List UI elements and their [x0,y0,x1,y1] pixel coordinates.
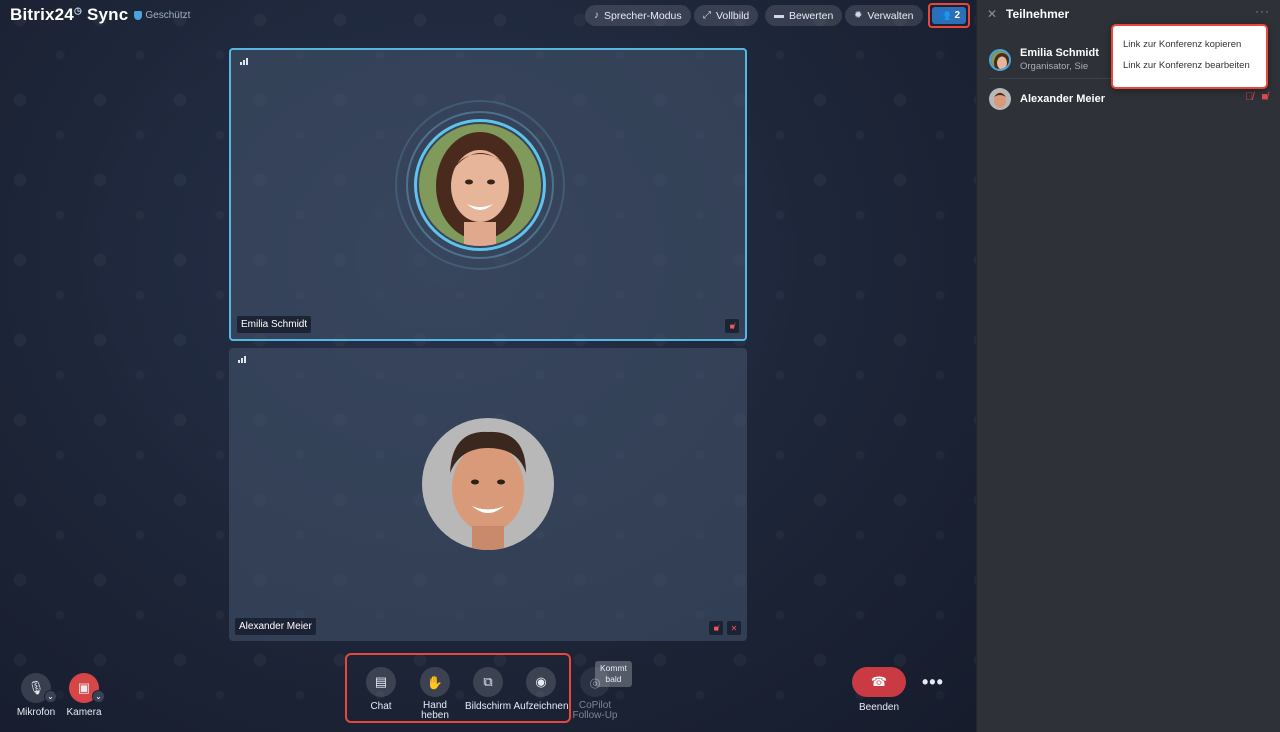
video-stage: Bitrix24◷ Sync Geschützt ♪ Sprecher-Modu… [0,0,976,732]
screen-share-icon: ⧉ [473,667,503,697]
participant-role: Organisator, Sie [1020,61,1089,72]
participants-button[interactable]: 👥 2 [928,3,970,28]
participant-state-icons: 🎙̸ ■̸ [1245,91,1268,103]
app-logo: Bitrix24◷ Sync Geschützt [10,5,190,25]
hang-up-icon: ☎ [870,674,888,689]
menu-item-copy-link[interactable]: Link zur Konferenz kopieren [1113,34,1266,55]
participants-button-inner: 👥 2 [932,7,966,24]
comment-icon: ▬ [774,10,784,21]
participant-row-emilia[interactable]: Emilia Schmidt Organisator, Sie [989,47,1099,72]
microphone-options-chevron-icon[interactable]: ⌄ [44,690,57,703]
brand-suffix: Sync [86,5,129,24]
signal-icon [238,356,246,363]
tile-name-tag: Alexander Meier [235,618,316,635]
more-options-icon[interactable]: ••• [922,672,944,693]
manage-label: Verwalten [867,9,914,22]
camera-label: Kamera [66,707,102,718]
brand-name: Bitrix24 [10,5,74,24]
participant-name: Alexander Meier [1020,93,1105,105]
camera-off-icon: ■̸ [725,319,739,333]
speaker-mode-button[interactable]: ♪ Sprecher-Modus [585,5,691,26]
speaker-mode-label: Sprecher-Modus [604,9,682,22]
gear-icon: ✹ [854,10,863,21]
end-call-label: Beenden [858,702,900,713]
participants-sidebar: ✕ Teilnehmer ··· Emilia Schmidt Organisa… [976,0,1280,732]
chat-button[interactable]: ▤ Chat [355,667,407,712]
chat-label: Chat [370,701,392,712]
camera-off-icon[interactable]: ■̸ [1261,91,1268,103]
camera-options-chevron-icon[interactable]: ⌄ [92,690,105,703]
menu-item-edit-link[interactable]: Link zur Konferenz bearbeiten [1113,55,1266,76]
microphone-label: Mikrofon [16,707,56,718]
raise-hand-button[interactable]: ✋ Hand heben [409,667,461,721]
speaker-icon: ♪ [594,10,599,21]
coming-soon-label-2: bald [605,674,622,685]
coming-soon-badge: Kommt bald [595,661,632,688]
sidebar-more-icon[interactable]: ··· [1255,4,1270,18]
mic-off-icon[interactable]: 🎙̸ [1245,91,1253,103]
copilot-label-2: Follow-Up [572,710,618,721]
sidebar-title: Teilnehmer [1006,7,1070,21]
conference-link-menu: Link zur Konferenz kopieren Link zur Kon… [1111,24,1268,89]
hand-icon: ✋ [420,667,450,697]
raise-hand-label-2: heben [421,710,449,721]
end-call-button[interactable]: ☎ [852,667,906,697]
manage-button[interactable]: ✹ Verwalten [845,5,923,26]
avatar-emilia [419,124,541,246]
coming-soon-label-1: Kommt [600,663,627,673]
video-tile-alexander[interactable]: Alexander Meier ■̸ ✕ [229,348,747,641]
close-icon[interactable]: ✕ [987,7,997,21]
participant-row-alexander[interactable]: Alexander Meier [989,88,1105,110]
avatar-alexander [422,418,554,550]
rate-label: Bewerten [789,9,834,22]
tile-name-tag: Emilia Schmidt [237,316,312,333]
signal-icon [240,58,248,65]
secure-badge: Geschützt [134,10,190,21]
screen-share-button[interactable]: ⧉ Bildschirm [462,667,514,712]
record-button[interactable]: ◉ Aufzeichnen [513,667,569,712]
tile-status-icons: ■̸ ✕ [709,621,741,635]
secure-badge-label: Geschützt [145,10,191,21]
record-icon: ◉ [526,667,556,697]
screen-share-label: Bildschirm [464,701,512,712]
tile-status-icons: ■̸ [725,319,739,333]
camera-off-icon: ■̸ [709,621,723,635]
participant-avatar [989,88,1011,110]
expand-icon: ⤢ [703,10,711,21]
chat-icon: ▤ [366,667,396,697]
video-tile-emilia[interactable]: Emilia Schmidt ■̸ [229,48,747,341]
rate-button[interactable]: ▬ Bewerten [765,5,843,26]
shield-icon [134,11,143,20]
users-icon: 👥 [937,10,951,21]
fullscreen-label: Vollbild [716,9,750,22]
participant-avatar [989,48,1011,71]
fullscreen-button[interactable]: ⤢ Vollbild [694,5,759,26]
app-title: Bitrix24◷ Sync [10,5,128,25]
participant-name: Emilia Schmidt [1020,47,1099,59]
mic-off-icon: ✕ [727,621,741,635]
participants-count: 2 [954,10,960,21]
record-label: Aufzeichnen [513,701,569,712]
clock-icon: ◷ [73,5,83,16]
